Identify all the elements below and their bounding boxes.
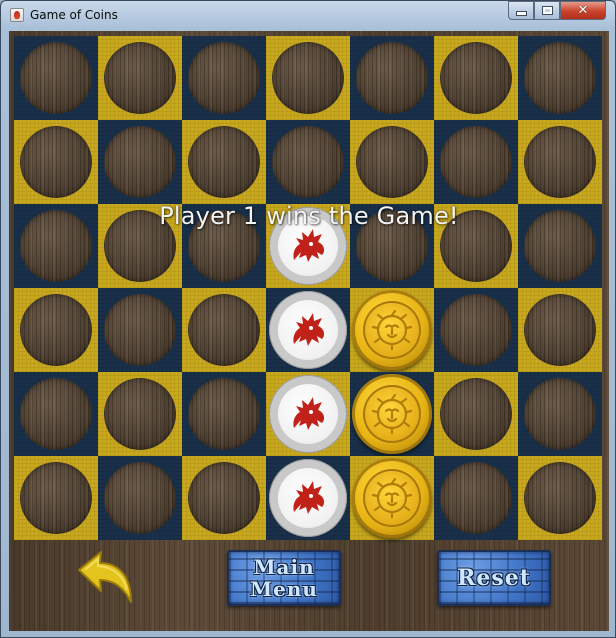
empty-slot xyxy=(272,126,344,198)
back-arrow-icon xyxy=(78,551,132,603)
board-cell[interactable] xyxy=(182,372,266,456)
board-cell[interactable] xyxy=(182,288,266,372)
player2-coin xyxy=(352,458,432,538)
empty-slot xyxy=(524,126,596,198)
empty-slot xyxy=(440,126,512,198)
board-cell[interactable] xyxy=(518,288,602,372)
empty-slot xyxy=(524,378,596,450)
main-menu-label-line1: Main xyxy=(253,555,315,579)
reset-label: Reset xyxy=(457,565,531,591)
empty-slot xyxy=(104,378,176,450)
maximize-button[interactable] xyxy=(534,1,560,20)
board-cell[interactable] xyxy=(14,372,98,456)
board-cell[interactable] xyxy=(182,456,266,540)
board-cell[interactable] xyxy=(434,372,518,456)
board-cell[interactable] xyxy=(98,36,182,120)
empty-slot xyxy=(20,126,92,198)
empty-slot xyxy=(104,462,176,534)
empty-slot xyxy=(20,294,92,366)
empty-slot xyxy=(20,42,92,114)
window-title: Game of Coins xyxy=(30,8,118,22)
lion-icon xyxy=(363,385,421,443)
minimize-button[interactable] xyxy=(508,1,534,20)
board-cell[interactable] xyxy=(14,120,98,204)
empty-slot xyxy=(104,294,176,366)
lion-icon xyxy=(363,301,421,359)
close-icon: ✕ xyxy=(577,3,589,18)
player1-coin xyxy=(269,291,347,369)
empty-slot xyxy=(20,462,92,534)
empty-slot xyxy=(524,462,596,534)
board-cell[interactable] xyxy=(434,36,518,120)
board-cell[interactable] xyxy=(350,288,434,372)
empty-slot xyxy=(440,42,512,114)
board-cell[interactable] xyxy=(182,36,266,120)
footer-bar: Main Menu Reset xyxy=(9,540,609,631)
board-cell[interactable] xyxy=(14,36,98,120)
empty-slot xyxy=(440,462,512,534)
player2-coin xyxy=(352,290,432,370)
player1-coin xyxy=(269,459,347,537)
board-cell[interactable] xyxy=(98,288,182,372)
maximize-icon xyxy=(541,6,553,15)
minimize-icon xyxy=(515,11,527,16)
board-cell[interactable] xyxy=(434,120,518,204)
empty-slot xyxy=(188,126,260,198)
game-board[interactable] xyxy=(14,36,602,540)
board-cell[interactable] xyxy=(14,288,98,372)
board-cell[interactable] xyxy=(434,288,518,372)
empty-slot xyxy=(356,42,428,114)
empty-slot xyxy=(524,42,596,114)
player1-coin xyxy=(269,375,347,453)
empty-slot xyxy=(188,462,260,534)
game-panel: Player 1 wins the Game! Main Menu Reset xyxy=(9,31,609,631)
dragon-icon xyxy=(278,384,338,444)
board-cell[interactable] xyxy=(266,456,350,540)
empty-slot xyxy=(104,126,176,198)
java-app-icon xyxy=(10,8,24,22)
empty-slot xyxy=(272,42,344,114)
empty-slot xyxy=(524,294,596,366)
board-cell[interactable] xyxy=(350,36,434,120)
empty-slot xyxy=(440,378,512,450)
back-button[interactable] xyxy=(73,550,137,608)
empty-slot xyxy=(104,42,176,114)
close-button[interactable]: ✕ xyxy=(560,1,606,20)
board-cell[interactable] xyxy=(518,120,602,204)
main-menu-label-line2: Menu xyxy=(250,577,318,601)
board-cell[interactable] xyxy=(518,456,602,540)
dragon-icon xyxy=(278,300,338,360)
title-bar[interactable]: Game of Coins ✕ xyxy=(1,1,615,30)
empty-slot xyxy=(188,42,260,114)
empty-slot xyxy=(440,294,512,366)
empty-slot xyxy=(20,378,92,450)
board-cell[interactable] xyxy=(518,36,602,120)
board-cell[interactable] xyxy=(266,120,350,204)
board-cell[interactable] xyxy=(14,456,98,540)
board-cell[interactable] xyxy=(98,120,182,204)
dragon-icon xyxy=(278,468,338,528)
empty-slot xyxy=(188,294,260,366)
win-message: Player 1 wins the Game! xyxy=(159,202,459,230)
board-cell[interactable] xyxy=(266,288,350,372)
board-cell[interactable] xyxy=(98,456,182,540)
board-cell[interactable] xyxy=(266,372,350,456)
board-cell[interactable] xyxy=(434,456,518,540)
board-cell[interactable] xyxy=(266,36,350,120)
empty-slot xyxy=(356,126,428,198)
board-cell[interactable] xyxy=(350,372,434,456)
board-cell[interactable] xyxy=(182,120,266,204)
board-cell[interactable] xyxy=(350,456,434,540)
board-cell[interactable] xyxy=(350,120,434,204)
empty-slot xyxy=(188,378,260,450)
lion-icon xyxy=(363,469,421,527)
player2-coin xyxy=(352,374,432,454)
board-cell[interactable] xyxy=(518,372,602,456)
reset-button[interactable]: Reset xyxy=(437,550,551,606)
board-cell[interactable] xyxy=(98,372,182,456)
main-menu-button[interactable]: Main Menu xyxy=(227,550,341,606)
app-window: Game of Coins ✕ Player 1 wins the Game! … xyxy=(0,0,616,638)
